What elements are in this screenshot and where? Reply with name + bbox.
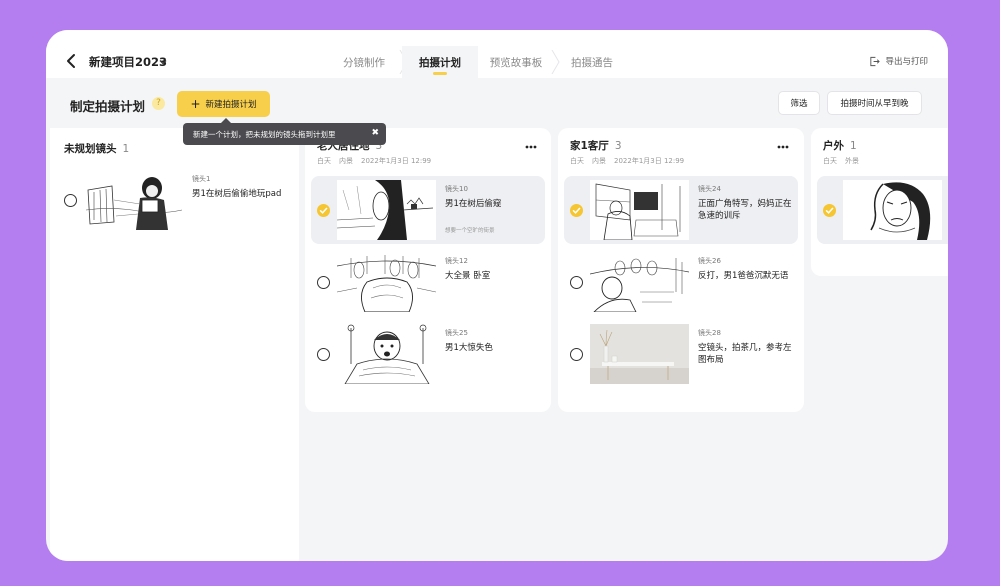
shot-card[interactable]: 镜头1 男1在树后偷偷地玩pad (58, 166, 292, 234)
shot-number: 镜头1 (192, 175, 211, 183)
export-label: 导出与打印 (885, 57, 928, 67)
app-window: 新建项目2023 分镜制作 拍摄计划 预览故事板 拍摄通告 导出与打印 制定拍摄… (46, 30, 948, 561)
shot-radio[interactable] (317, 276, 330, 289)
new-plan-label: 新建拍摄计划 (205, 100, 257, 110)
column-count: 3 (614, 140, 622, 152)
column-title[interactable]: 户外 1 (823, 138, 857, 153)
step-tabs: 分镜制作 拍摄计划 预览故事板 拍摄通告 (326, 46, 630, 78)
column-title[interactable]: 家1客厅 3 (570, 138, 622, 153)
tab-label: 预览故事板 (489, 56, 543, 69)
tab-shooting-notice[interactable]: 拍摄通告 (554, 46, 630, 78)
shot-number: 镜头28 (698, 329, 721, 337)
tooltip-text: 新建一个计划，把未规划的镜头拖到计划里 (193, 129, 336, 139)
column-count: 1 (122, 143, 130, 155)
plan-column: 户外 1 白天 外景 (811, 128, 948, 276)
tab-shooting-plan[interactable]: 拍摄计划 (402, 46, 478, 78)
shot-thumbnail (337, 180, 436, 240)
shot-number: 镜头12 (445, 257, 468, 265)
column-title: 未规划镜头 1 (64, 141, 129, 156)
new-plan-tooltip: 新建一个计划，把未规划的镜头拖到计划里 ✖ (183, 118, 386, 145)
tab-storyboard-making[interactable]: 分镜制作 (326, 46, 408, 78)
shot-card[interactable] (817, 176, 948, 244)
new-plan-button[interactable]: + 新建拍摄计划 (177, 91, 270, 117)
more-icon[interactable] (524, 140, 538, 154)
shot-card[interactable]: 镜头12 大全景 卧室 (311, 248, 545, 316)
plan-column: 家1客厅 3 白天 内景 2022年1月3日 12:99 镜头24 正面广角特写… (558, 128, 804, 412)
shot-thumbnail (337, 324, 436, 384)
meta-scene-type: 内景 (339, 157, 353, 165)
column-title-text: 未规划镜头 (64, 143, 117, 155)
export-icon (870, 56, 881, 66)
shot-description: 空镜头，拍茶几，参考左图布局 (698, 343, 792, 365)
shot-thumbnail (590, 324, 689, 384)
export-button[interactable]: 导出与打印 (869, 55, 928, 67)
tab-preview-storyboard[interactable]: 预览故事板 (478, 46, 560, 78)
more-icon[interactable] (776, 140, 790, 154)
column-count: 1 (850, 140, 857, 152)
shot-thumbnail (590, 180, 689, 240)
tab-label: 分镜制作 (343, 56, 385, 69)
plan-meta: 白天 外景 (823, 156, 867, 166)
page-title: 制定拍摄计划 (70, 99, 146, 114)
close-icon[interactable]: ✖ (371, 128, 379, 138)
meta-datetime: 2022年1月3日 12:99 (614, 157, 685, 165)
shot-radio[interactable] (570, 348, 583, 361)
sort-button[interactable]: 拍摄时间从早到晚 (827, 91, 922, 115)
help-icon[interactable]: ? (152, 97, 165, 110)
plan-meta: 白天 内景 2022年1月3日 12:99 (570, 156, 692, 166)
shot-thumbnail (590, 252, 689, 312)
back-arrow-icon[interactable] (64, 53, 80, 69)
shot-description: 男1在树后偷窥 (445, 199, 502, 209)
tab-label: 拍摄计划 (419, 56, 461, 69)
shot-checked[interactable] (823, 204, 836, 217)
shot-radio[interactable] (570, 276, 583, 289)
meta-scene-type: 外景 (845, 157, 859, 165)
shot-card[interactable]: 镜头24 正面广角特写，妈妈正在急速的训斥 (564, 176, 798, 244)
meta-daytime: 白天 (823, 157, 837, 165)
check-icon (572, 207, 581, 214)
project-title[interactable]: 新建项目2023 (89, 54, 167, 70)
shot-card[interactable]: 镜头26 反打，男1爸爸沉默无语 (564, 248, 798, 316)
shot-radio[interactable] (317, 348, 330, 361)
shot-description: 反打，男1爸爸沉默无语 (698, 271, 789, 281)
shot-checked[interactable] (317, 204, 330, 217)
shot-thumbnail (337, 252, 436, 312)
shot-card[interactable]: 镜头25 男1大惊失色 (311, 320, 545, 388)
shot-card[interactable]: 镜头28 空镜头，拍茶几，参考左图布局 (564, 320, 798, 388)
shot-number: 镜头24 (698, 185, 721, 193)
shot-radio[interactable] (64, 194, 77, 207)
shot-number: 镜头26 (698, 257, 721, 265)
shot-checked[interactable] (570, 204, 583, 217)
meta-daytime: 白天 (570, 157, 584, 165)
tab-label: 拍摄通告 (571, 56, 613, 69)
filter-button[interactable]: 筛选 (778, 91, 820, 115)
column-title-text: 家1客厅 (570, 140, 609, 152)
shot-number: 镜头25 (445, 329, 468, 337)
plan-column: 老人居住地 3 白天 内景 2022年1月3日 12:99 镜头10 男1在树后… (305, 128, 551, 412)
column-title-text: 户外 (823, 140, 844, 152)
shot-thumbnail (843, 180, 942, 240)
plus-icon: + (190, 97, 201, 111)
shot-number: 镜头10 (445, 185, 468, 193)
shot-description: 正面广角特写，妈妈正在急速的训斥 (698, 199, 792, 221)
shot-description: 大全景 卧室 (445, 271, 491, 281)
meta-daytime: 白天 (317, 157, 331, 165)
check-icon (319, 207, 328, 214)
shot-description: 男1在树后偷偷地玩pad (192, 189, 282, 199)
top-bar: 新建项目2023 分镜制作 拍摄计划 预览故事板 拍摄通告 导出与打印 (46, 30, 948, 78)
chevron-down-icon[interactable] (158, 57, 168, 67)
shot-description: 男1大惊失色 (445, 343, 493, 353)
check-icon (825, 207, 834, 214)
shot-card[interactable]: 镜头10 男1在树后偷窥 想要一个空旷的街景 (311, 176, 545, 244)
shot-thumbnail (84, 170, 183, 230)
meta-scene-type: 内景 (592, 157, 606, 165)
unplanned-column: 未规划镜头 1 镜头1 男1在树后偷偷地玩pad (50, 128, 299, 561)
shot-note: 想要一个空旷的街景 (445, 228, 495, 234)
plan-meta: 白天 内景 2022年1月3日 12:99 (317, 156, 439, 166)
meta-datetime: 2022年1月3日 12:99 (361, 157, 432, 165)
